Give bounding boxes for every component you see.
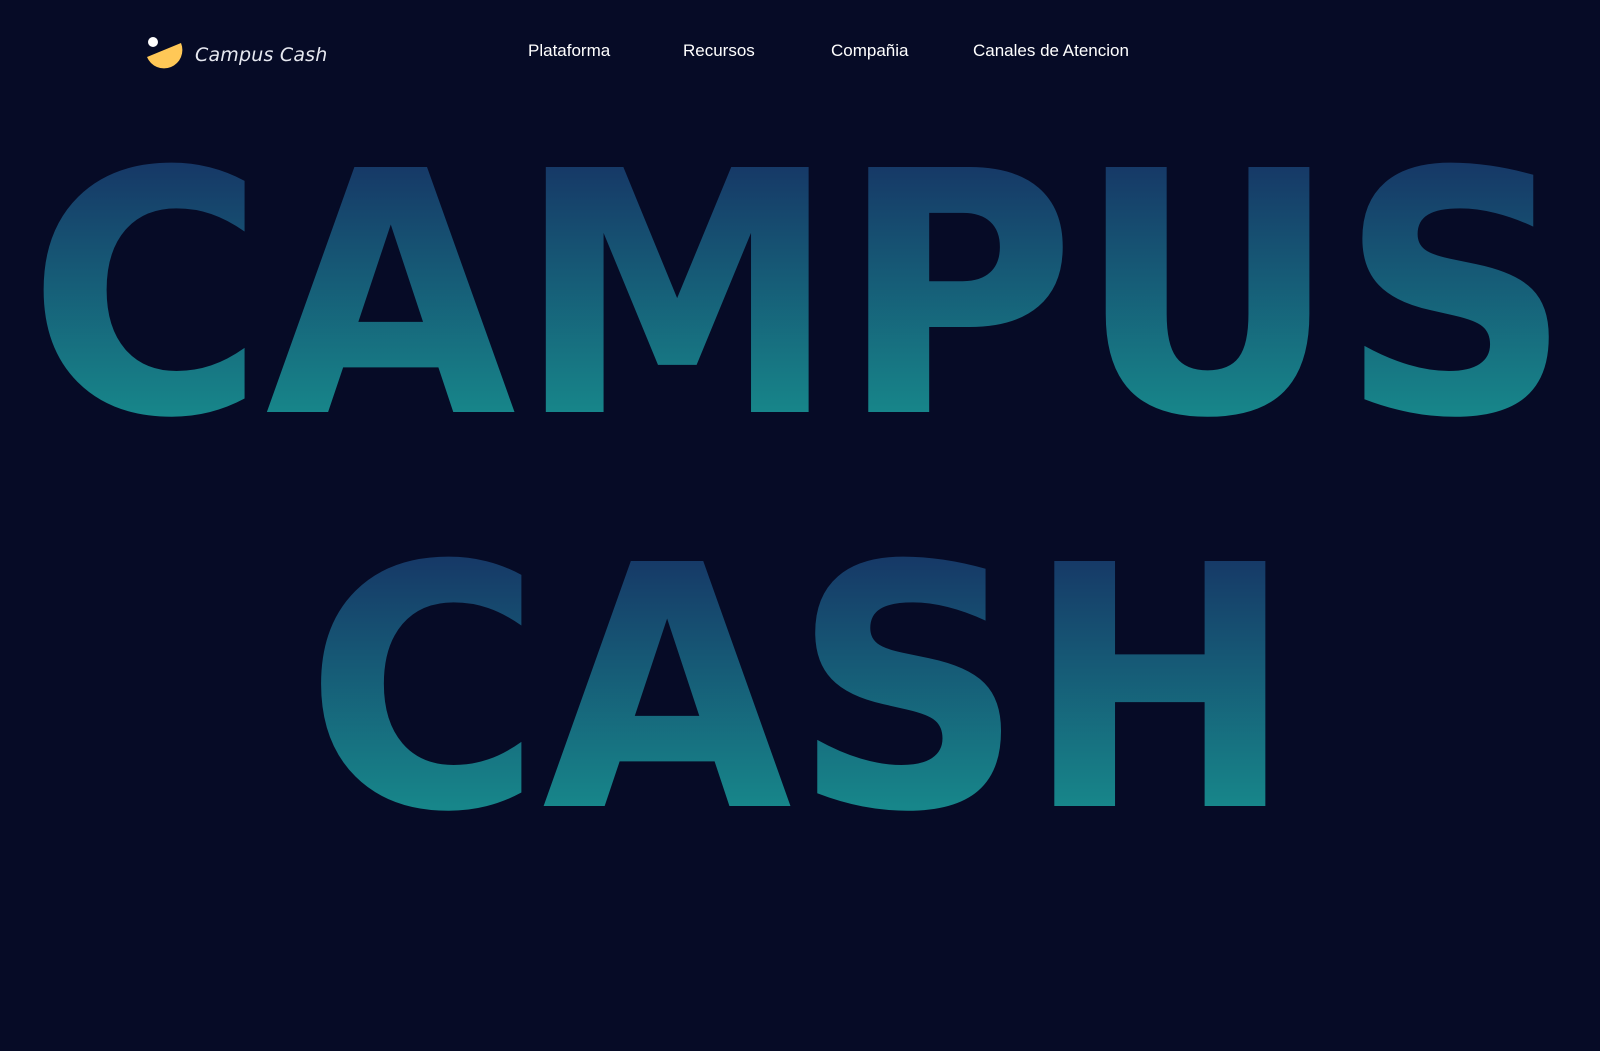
campus-cash-logo-icon (145, 35, 185, 75)
nav-item-compania[interactable]: Compañia (831, 38, 909, 64)
logo-half-circle (145, 39, 185, 79)
brand-name: Campus Cash (195, 44, 328, 66)
nav-item-canales-de-atencion[interactable]: Canales de Atencion (973, 38, 1129, 64)
hero-section: CAMPUS CASH (0, 0, 1600, 1051)
nav-item-recursos[interactable]: Recursos (683, 38, 755, 64)
site-header: Campus Cash Plataforma Recursos Compañia… (0, 0, 1600, 100)
brand-logo-link[interactable]: Campus Cash (145, 35, 328, 75)
hero-title-line-1: CAMPUS (28, 101, 1573, 492)
nav-item-plataforma[interactable]: Plataforma (528, 38, 610, 64)
hero-title-art: CAMPUS CASH (28, 101, 1573, 886)
hero-title-line-2: CASH (305, 495, 1295, 886)
